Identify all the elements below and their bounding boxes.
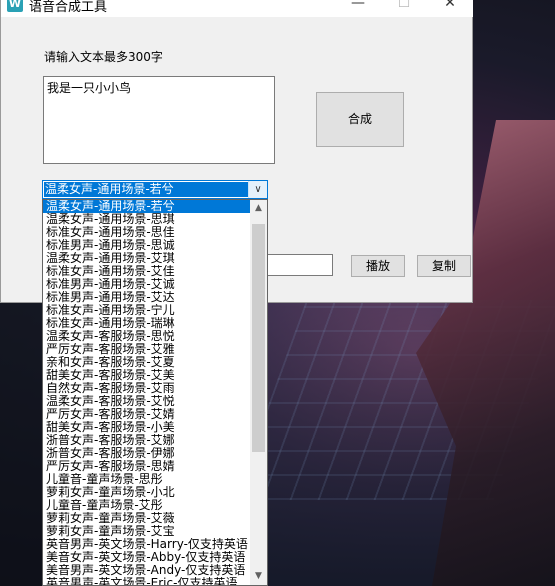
scroll-up-icon[interactable]: ▲ <box>250 200 267 217</box>
voice-option[interactable]: 温柔女声-通用场景-艾琪 <box>43 252 251 265</box>
voice-option[interactable]: 标准男声-通用场景-思诚 <box>43 239 251 252</box>
voice-option[interactable]: 温柔女声-通用场景-思琪 <box>43 213 251 226</box>
voice-option[interactable]: 儿童音-童声场景-艾彤 <box>43 499 251 512</box>
chevron-down-icon[interactable]: ∨ <box>248 181 267 198</box>
voice-option[interactable]: 甜美女声-客服场景-艾美 <box>43 369 251 382</box>
output-path-field[interactable] <box>266 254 333 276</box>
text-input[interactable]: 我是一只小小鸟 <box>43 76 275 164</box>
voice-option[interactable]: 严厉女声-客服场景-思婧 <box>43 460 251 473</box>
voice-option[interactable]: 严厉女声-客服场景-艾雅 <box>43 343 251 356</box>
voice-option[interactable]: 标准女声-通用场景-瑞琳 <box>43 317 251 330</box>
scrollbar-thumb[interactable] <box>252 224 265 452</box>
close-button[interactable]: ✕ <box>427 0 473 13</box>
voice-option[interactable]: 儿童音-童声场景-思彤 <box>43 473 251 486</box>
copy-button[interactable]: 复制 <box>417 255 471 277</box>
maximize-button[interactable]: ☐ <box>381 0 427 13</box>
voice-option[interactable]: 英音男声-英文场景-Harry-仅支持英语 <box>43 538 251 551</box>
voice-option[interactable]: 萝莉女声-童声场景-艾宝 <box>43 525 251 538</box>
play-button[interactable]: 播放 <box>351 255 405 277</box>
title-bar[interactable]: W 语音合成工具 — ☐ ✕ <box>1 0 473 17</box>
voice-option[interactable]: 美音女声-英文场景-Abby-仅支持英语 <box>43 551 251 564</box>
voice-option[interactable]: 美音男声-英文场景-Andy-仅支持英语 <box>43 564 251 577</box>
app-icon: W <box>7 0 23 12</box>
window-title: 语音合成工具 <box>29 0 108 15</box>
voice-option[interactable]: 萝莉女声-童声场景-艾薇 <box>43 512 251 525</box>
voice-option[interactable]: 自然女声-客服场景-艾雨 <box>43 382 251 395</box>
voice-options: 温柔女声-通用场景-若兮 温柔女声-通用场景-思琪 标准女声-通用场景-思佳 标准男声… <box>43 200 251 585</box>
voice-option[interactable]: 英音男声-英文场景-Eric-仅支持英语 <box>43 577 251 585</box>
synthesize-button[interactable]: 合成 <box>316 92 404 147</box>
voice-option[interactable]: 严厉女声-客服场景-艾婧 <box>43 408 251 421</box>
minimize-button[interactable]: — <box>335 0 381 13</box>
voice-option[interactable]: 亲和女声-客服场景-艾夏 <box>43 356 251 369</box>
voice-option[interactable]: 萝莉女声-童声场景-小北 <box>43 486 251 499</box>
scroll-down-icon[interactable]: ▼ <box>250 568 267 585</box>
voice-option[interactable]: 浙普女声-客服场景-艾娜 <box>43 434 251 447</box>
voice-select[interactable]: 温柔女声-通用场景-若兮 ∨ <box>42 180 268 199</box>
voice-option[interactable]: 甜美女声-客服场景-小美 <box>43 421 251 434</box>
voice-option[interactable]: 标准女声-通用场景-艾佳 <box>43 265 251 278</box>
voice-option[interactable]: 温柔女声-客服场景-思悦 <box>43 330 251 343</box>
voice-option[interactable]: 标准男声-通用场景-艾诚 <box>43 278 251 291</box>
voice-option[interactable]: 标准男声-通用场景-艾达 <box>43 291 251 304</box>
desktop-background-grid <box>233 300 555 500</box>
dropdown-scrollbar[interactable]: ▲ ▼ <box>250 200 267 585</box>
voice-option[interactable]: 标准女声-通用场景-思佳 <box>43 226 251 239</box>
voice-option[interactable]: 浙普女声-客服场景-伊娜 <box>43 447 251 460</box>
voice-option[interactable]: 温柔女声-客服场景-艾悦 <box>43 395 251 408</box>
input-prompt-label: 请输入文本最多300字 <box>44 50 163 64</box>
voice-dropdown-list: 温柔女声-通用场景-若兮 温柔女声-通用场景-思琪 标准女声-通用场景-思佳 标准男声… <box>42 199 268 586</box>
voice-option[interactable]: 标准女声-通用场景-宁儿 <box>43 304 251 317</box>
voice-option[interactable]: 温柔女声-通用场景-若兮 <box>43 200 251 213</box>
voice-select-value: 温柔女声-通用场景-若兮 <box>44 182 249 197</box>
